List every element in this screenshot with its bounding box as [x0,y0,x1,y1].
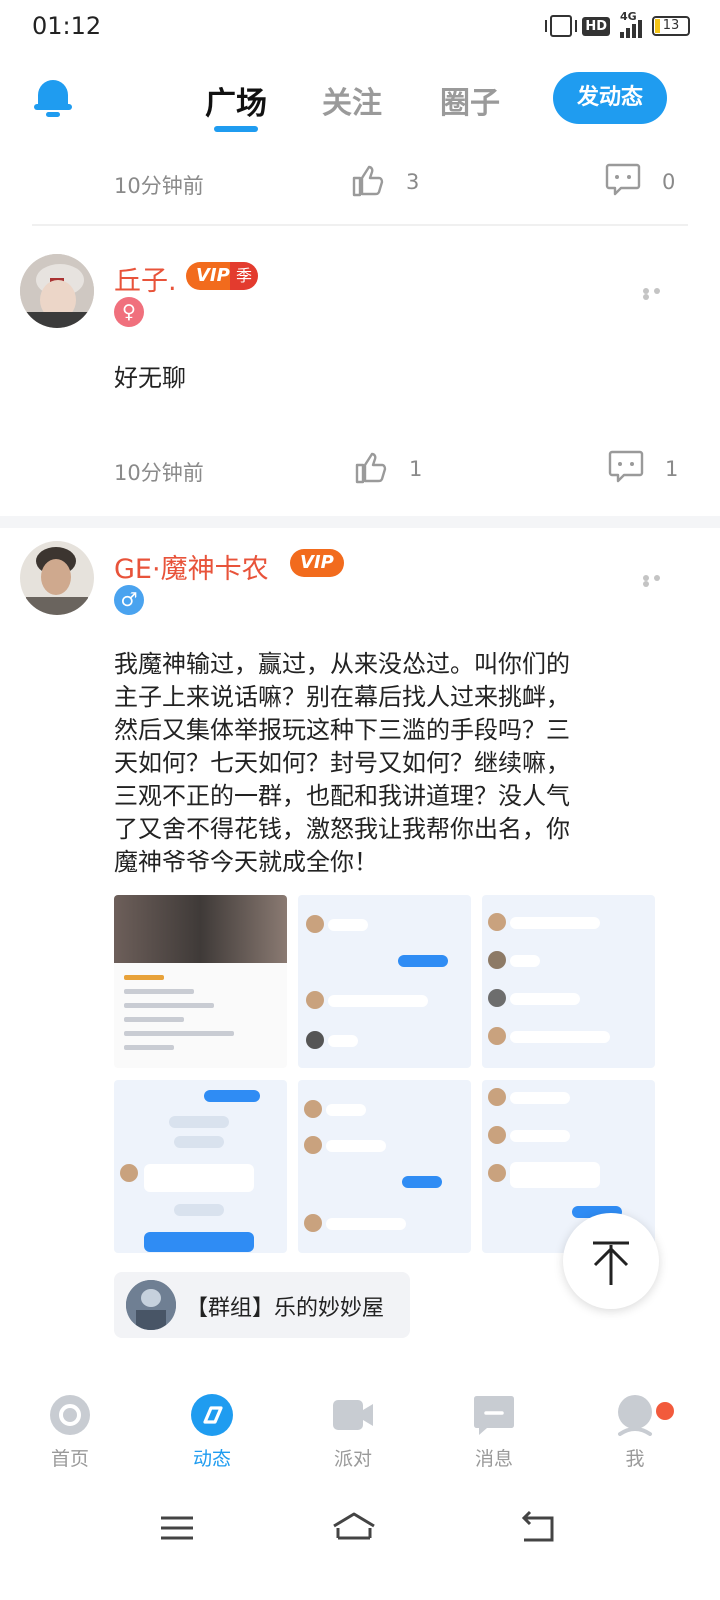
network-type: 4G [620,10,637,23]
like-icon[interactable] [354,451,388,485]
post-actions: 10分钟前 3 0 [0,160,720,210]
battery-level: 13 [662,18,680,33]
like-icon[interactable] [351,164,385,198]
bell-icon[interactable] [34,78,72,118]
post-image-grid [114,895,655,1253]
status-icons: HD 4G 13 [545,10,690,38]
status-time: 01:12 [32,12,102,40]
group-avatar [126,1280,176,1330]
nav-label: 消息 [474,1448,513,1470]
post-text: 我魔神输过，赢过，从来没怂过。叫你们的 主子上来说话嘛？别在幕后找人过来挑衅， … [114,648,644,879]
like-count: 1 [409,457,423,481]
post-text-line: 主子上来说话嘛？别在幕后找人过来挑衅， [114,683,570,711]
status-bar: 01:12 HD 4G 13 [0,0,720,56]
username[interactable]: 丘子. [114,259,177,298]
post-text-line: 三观不正的一群，也配和我讲道理？没人气 [114,782,570,810]
comment-count: 1 [665,457,679,481]
home-icon [50,1395,90,1435]
app-screen: 01:12 HD 4G 13 广场 关注 圈子 发动态 10分钟前 3 0 丘子… [0,0,720,1600]
nav-party[interactable]: 派对 [308,1392,398,1476]
post-image[interactable] [482,895,655,1068]
post-text-line: 魔神爷爷今天就成全你！ [114,848,378,876]
post-text-line: 然后又集体举报玩这种下三滥的手段吗？三 [114,716,570,744]
post-image[interactable] [298,1080,471,1253]
vibrate-icon [545,15,578,37]
post-image[interactable] [114,1080,287,1253]
divider [32,224,688,226]
hd-icon: HD [582,16,610,36]
nav-label: 派对 [333,1448,372,1470]
nav-label: 我 [625,1448,645,1470]
battery-icon: 13 [652,16,690,36]
comment-icon[interactable] [608,449,644,483]
notification-dot [656,1402,674,1420]
post-time: 10分钟前 [114,461,204,485]
signal-icon: 4G [620,10,642,38]
home-button-icon[interactable] [330,1504,378,1552]
section-divider [0,516,720,528]
menu-icon[interactable] [153,1504,201,1552]
vip-badge: VIP [290,549,344,577]
nav-label: 首页 [50,1448,89,1470]
comment-count: 0 [662,170,676,194]
video-icon [333,1400,373,1430]
post-text-line: 天如何？七天如何？封号又如何？继续嘛， [114,749,570,777]
post-text-line: 我魔神输过，赢过，从来没怂过。叫你们的 [114,650,570,678]
tab-circles[interactable]: 圈子 [440,78,500,122]
nav-label: 动态 [192,1448,231,1470]
feed-icon [191,1394,233,1436]
female-icon: ♀ [114,297,144,327]
arrow-up-icon [593,1241,629,1285]
post-time: 10分钟前 [114,174,204,198]
group-name: 【群组】乐的妙妙屋 [186,1296,385,1321]
profile-icon [618,1395,652,1436]
bottom-navigation: 首页 动态 派对 消息 我 [0,1388,720,1480]
user-avatar[interactable] [20,254,94,328]
post-text: 好无聊 [114,364,186,392]
like-count: 3 [406,170,420,194]
vip-season-badge: 季 [230,262,259,290]
top-header: 广场 关注 圈子 发动态 [0,56,720,146]
back-icon[interactable] [514,1504,562,1552]
username[interactable]: GE·魔神卡农 [114,547,269,586]
tab-square[interactable]: 广场 [205,78,267,123]
nav-home[interactable]: 首页 [25,1392,115,1476]
active-tab-indicator [214,126,258,132]
message-icon [474,1396,514,1435]
create-post-button[interactable]: 发动态 [553,72,667,124]
more-options-icon[interactable] [643,575,673,587]
nav-messages[interactable]: 消息 [449,1392,539,1476]
user-avatar[interactable] [20,541,94,615]
post-image[interactable] [114,895,287,1068]
comment-icon[interactable] [605,162,641,196]
system-navigation-bar [0,1480,720,1600]
tab-following[interactable]: 关注 [322,78,382,122]
nav-feed[interactable]: 动态 [167,1392,257,1476]
scroll-to-top-button[interactable] [563,1213,659,1309]
group-tag[interactable]: 【群组】乐的妙妙屋 [114,1272,410,1338]
male-icon: ♂ [114,585,144,615]
more-options-icon[interactable] [643,288,673,300]
post-image[interactable] [298,895,471,1068]
post-text-line: 了又舍不得花钱，激怒我让我帮你出名，你 [114,815,570,843]
post-actions: 10分钟前 1 1 [0,447,720,497]
